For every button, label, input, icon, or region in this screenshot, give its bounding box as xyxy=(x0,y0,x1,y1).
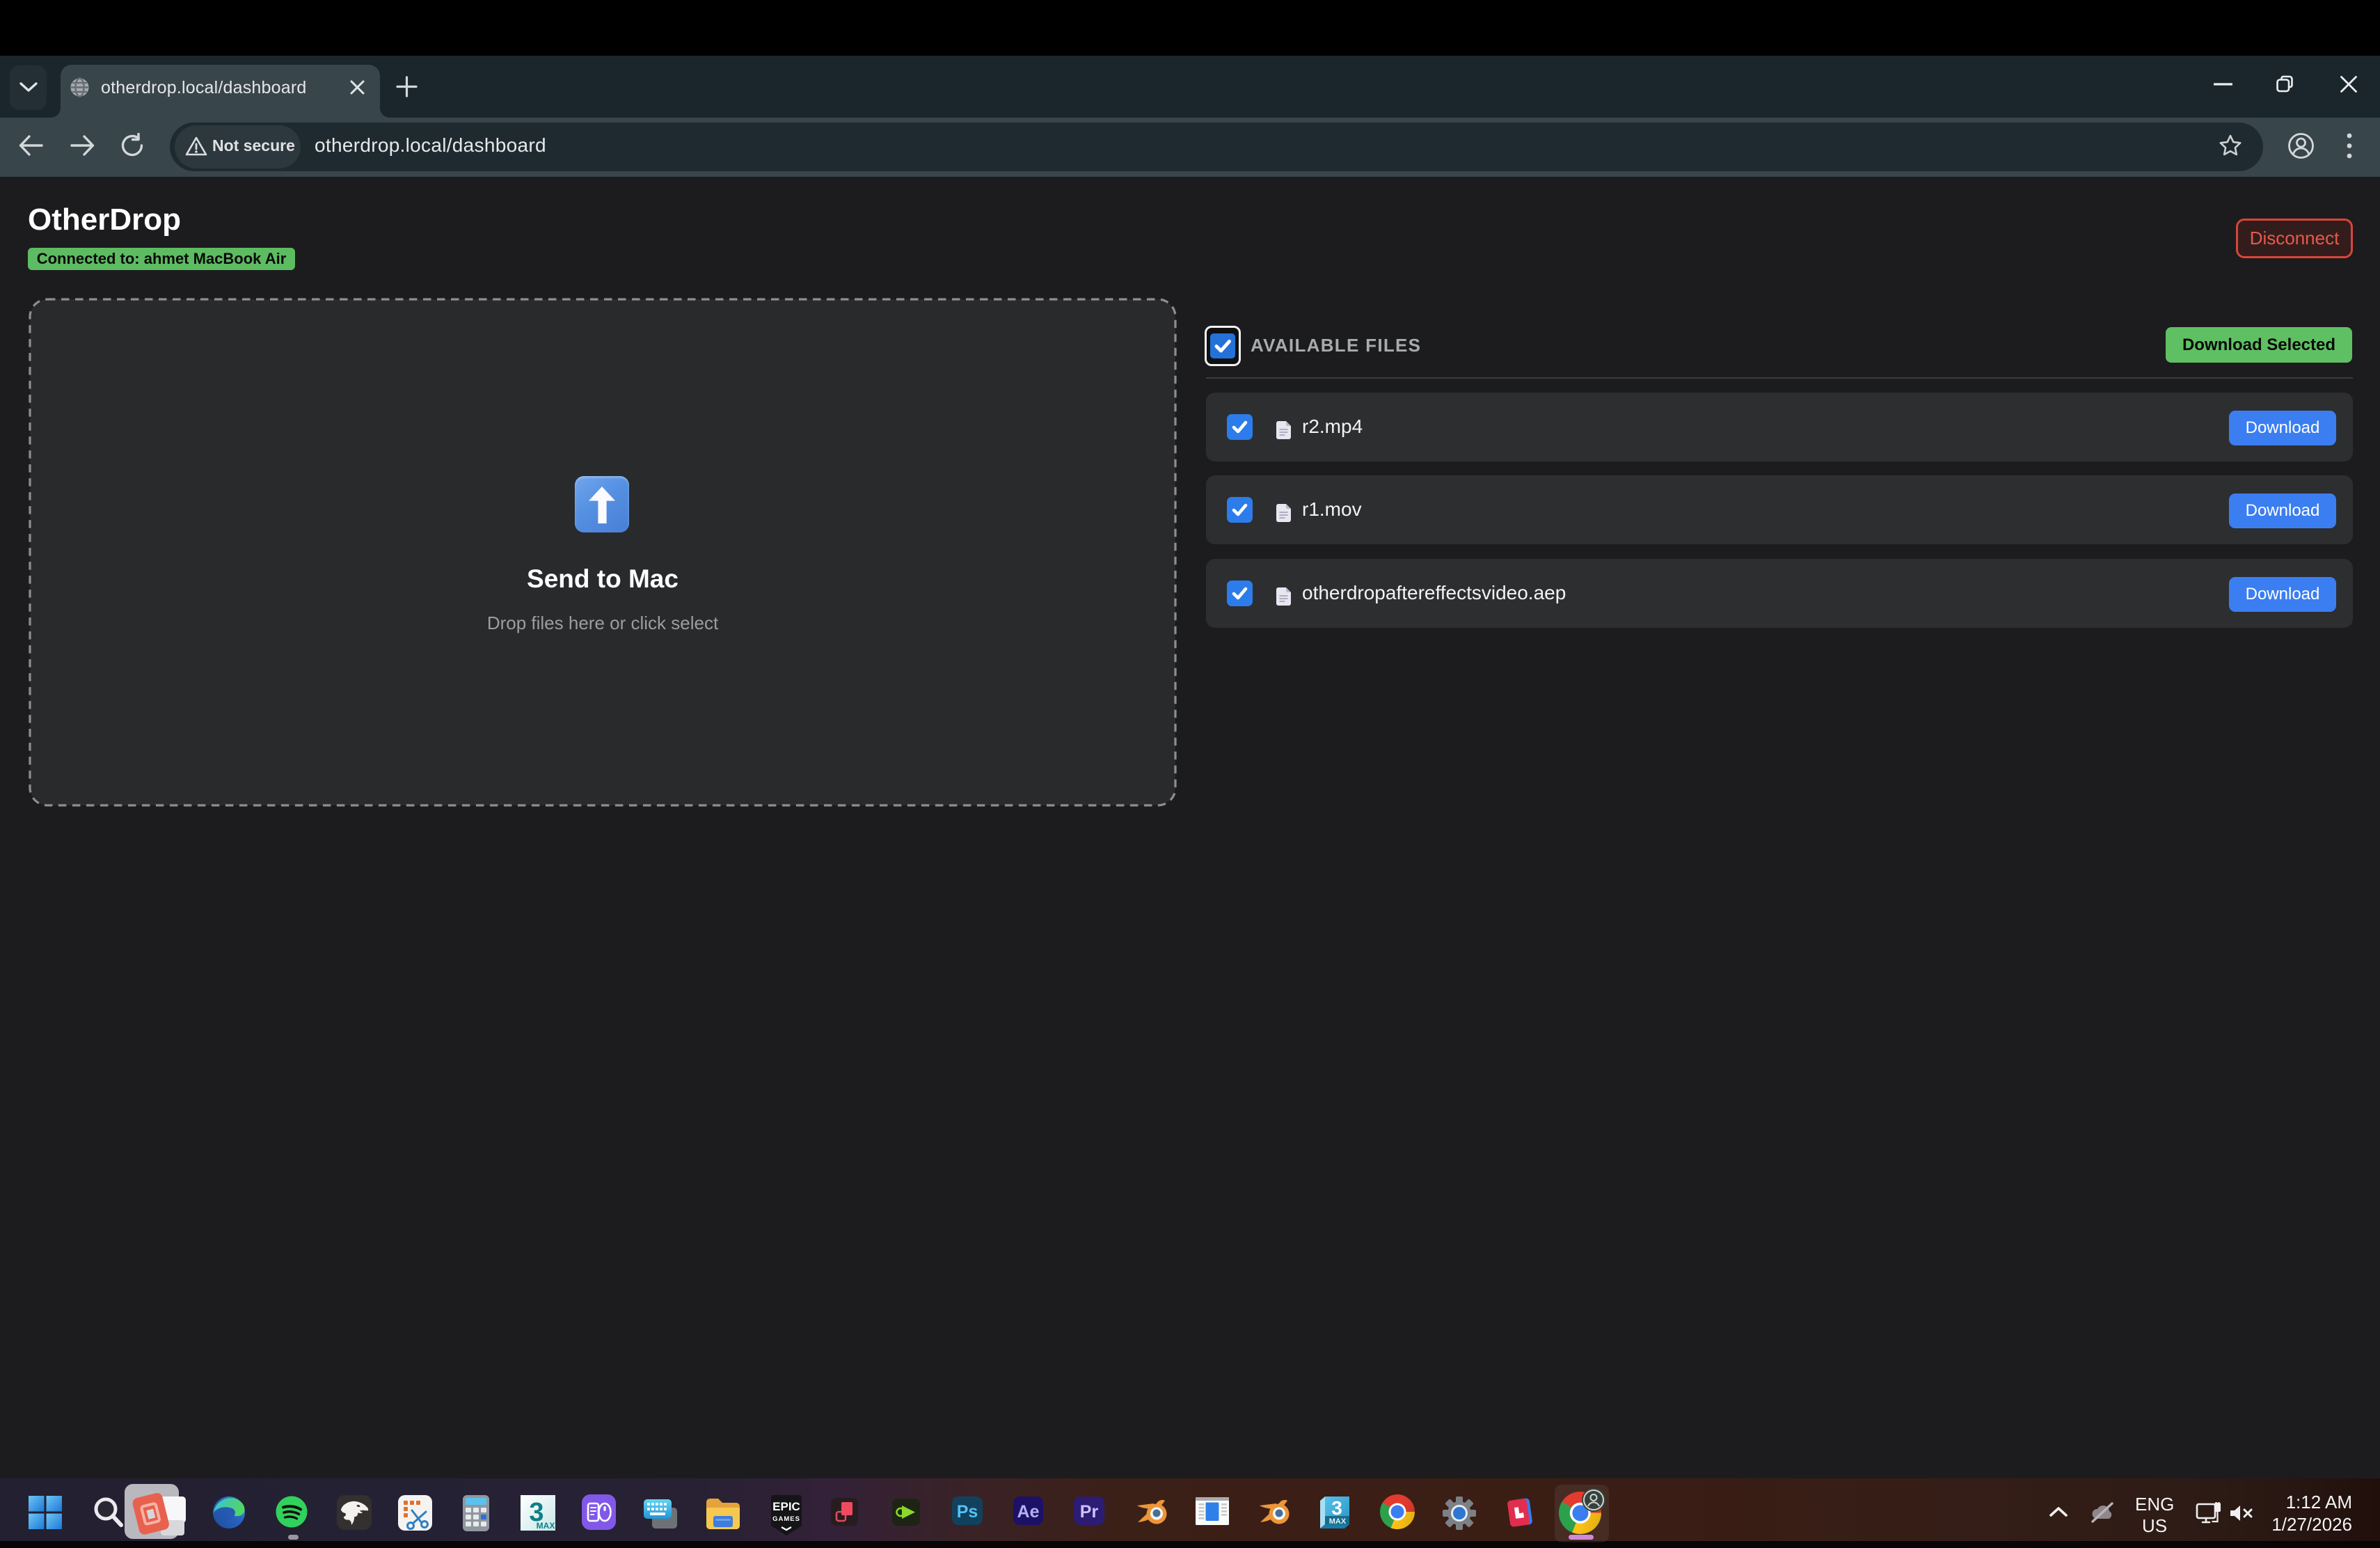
svg-text:Ae: Ae xyxy=(1017,1502,1040,1522)
svg-text:MAX: MAX xyxy=(1329,1517,1347,1526)
svg-text:GAMES: GAMES xyxy=(772,1515,800,1523)
svg-text:EPIC: EPIC xyxy=(772,1500,800,1513)
svg-text:Pr: Pr xyxy=(1080,1502,1099,1522)
svg-text:MAX: MAX xyxy=(537,1521,555,1531)
svg-text:Ps: Ps xyxy=(957,1502,978,1522)
svg-text:3: 3 xyxy=(1331,1497,1342,1519)
